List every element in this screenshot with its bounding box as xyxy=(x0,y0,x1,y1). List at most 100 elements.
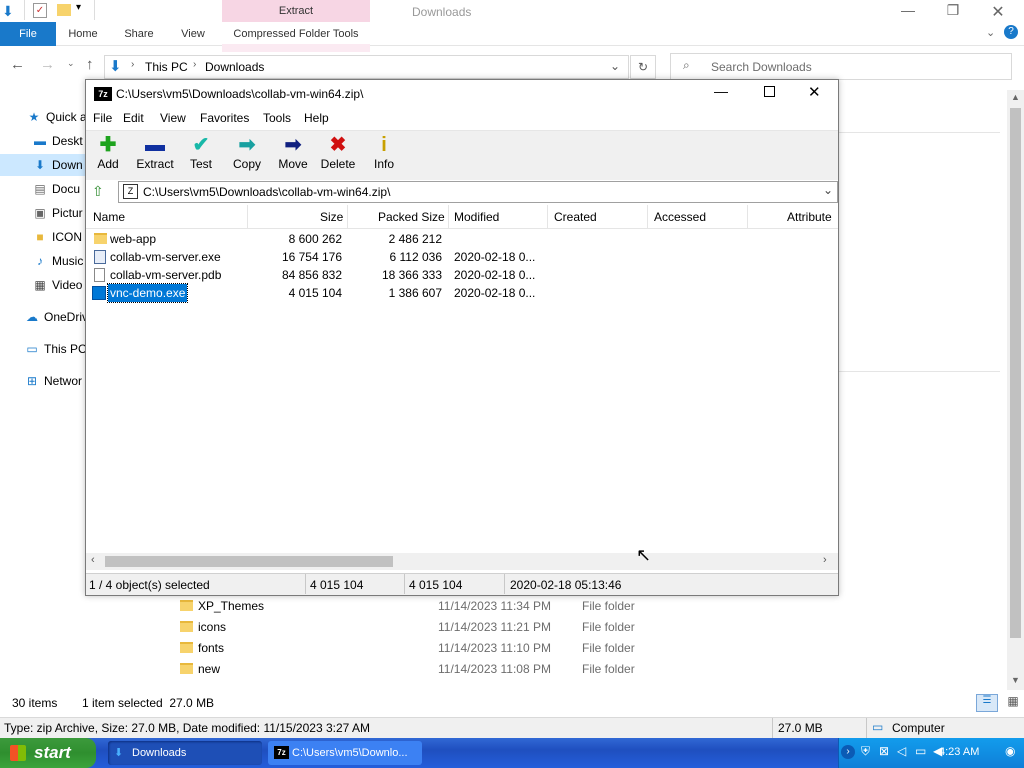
download-arrow-icon[interactable]: ⬇ xyxy=(2,3,14,20)
clock[interactable]: 4:23 AM xyxy=(939,746,979,758)
new-folder-icon[interactable] xyxy=(57,4,71,16)
table-row-selected[interactable]: vnc-demo.exe 4 015 104 1 386 607 2020-02… xyxy=(86,283,838,303)
taskbar-button-downloads[interactable]: ⬇ Downloads xyxy=(108,741,262,765)
chevron-down-icon[interactable]: ⌄ xyxy=(823,183,833,197)
copy-button[interactable]: ➡ Copy xyxy=(222,133,272,171)
add-button[interactable]: ✚ Add xyxy=(83,133,133,171)
scroll-up-icon[interactable]: ▲ xyxy=(1011,92,1020,102)
scroll-thumb[interactable] xyxy=(1010,108,1021,638)
address-bar[interactable]: ⬇ › This PC › Downloads ⌄ xyxy=(104,55,629,79)
move-button[interactable]: ➡ Move xyxy=(268,133,318,171)
column-attributes[interactable]: Attribute xyxy=(787,210,832,224)
breadcrumb-downloads[interactable]: Downloads xyxy=(205,60,264,74)
start-button[interactable]: start xyxy=(0,738,96,768)
properties-icon[interactable]: ✓ xyxy=(33,3,47,18)
help-icon[interactable]: ? xyxy=(1004,25,1018,39)
nav-downloads[interactable]: ⬇ Down xyxy=(0,154,86,176)
test-button[interactable]: ✔ Test xyxy=(176,133,226,171)
menu-favorites[interactable]: Favorites xyxy=(200,111,249,125)
chevron-down-icon[interactable]: ⌄ xyxy=(986,26,995,39)
scroll-down-icon[interactable]: ▼ xyxy=(1011,675,1020,685)
chevron-down-icon[interactable]: ⌄ xyxy=(610,59,620,73)
location: Computer xyxy=(892,721,945,735)
minimize-icon[interactable]: — xyxy=(714,83,728,99)
table-row[interactable]: collab-vm-server.exe 16 754 176 6 112 03… xyxy=(86,248,838,266)
column-accessed[interactable]: Accessed xyxy=(654,210,706,224)
tab-home[interactable]: Home xyxy=(62,22,104,46)
info-button[interactable]: i Info xyxy=(359,133,409,171)
network-icon: ⊞ xyxy=(26,374,38,388)
recent-locations-icon[interactable]: ⌄ xyxy=(67,58,75,69)
tab-file[interactable]: File xyxy=(0,22,56,46)
tab-compressed-folder-tools[interactable]: Compressed Folder Tools xyxy=(222,22,370,46)
folder-icon xyxy=(180,600,193,611)
column-packed-size[interactable]: Packed Size xyxy=(378,210,445,224)
menu-help[interactable]: Help xyxy=(304,111,329,125)
monitor-icon[interactable]: ▭ xyxy=(915,744,926,758)
chevron-down-icon[interactable]: ▾ xyxy=(76,2,81,13)
selected-date: 2020-02-18 05:13:46 xyxy=(510,578,622,592)
security-shield-icon[interactable]: ⛨ xyxy=(861,744,870,759)
divider xyxy=(547,205,548,229)
horizontal-scrollbar[interactable]: ‹ › xyxy=(86,553,838,570)
up-arrow-icon[interactable]: ↑ xyxy=(86,56,94,73)
taskbar-button-sevenzip[interactable]: 7z C:\Users\vm5\Downlo... xyxy=(268,741,422,765)
minimize-icon[interactable]: — xyxy=(898,2,918,18)
list-item[interactable]: icons 11/14/2023 11:21 PM File folder xyxy=(180,617,650,638)
folder-icon: ■ xyxy=(36,230,44,244)
column-modified[interactable]: Modified xyxy=(454,210,499,224)
download-folder-icon: ⬇ xyxy=(109,58,122,75)
breadcrumb-this-pc[interactable]: This PC xyxy=(145,60,188,74)
maximize-icon[interactable] xyxy=(764,86,775,97)
table-row[interactable]: collab-vm-server.pdb 84 856 832 18 366 3… xyxy=(86,266,838,284)
column-size[interactable]: Size xyxy=(320,210,343,224)
large-icons-view-icon[interactable]: ▦ xyxy=(1004,694,1022,712)
menu-tools[interactable]: Tools xyxy=(263,111,291,125)
search-icon: ⌕ xyxy=(683,58,690,72)
menu-edit[interactable]: Edit xyxy=(123,111,144,125)
folder-icon xyxy=(180,642,193,653)
document-icon: ▤ xyxy=(34,182,46,196)
notification-icon[interactable]: ◉ xyxy=(1005,744,1015,758)
divider xyxy=(305,574,306,594)
table-row[interactable]: web-app 8 600 262 2 486 212 xyxy=(86,230,838,248)
mouse-cursor-icon: ↖ xyxy=(636,545,652,565)
divider xyxy=(347,205,348,229)
sevenzip-logo-icon: 7z xyxy=(274,746,289,759)
list-item[interactable]: fonts 11/14/2023 11:10 PM File folder xyxy=(180,638,650,659)
delete-button[interactable]: ✖ Delete xyxy=(313,133,363,171)
explorer-vertical-scrollbar[interactable]: ▲ ▼ xyxy=(1007,90,1024,690)
path-field[interactable]: Z C:\Users\vm5\Downloads\collab-vm-win64… xyxy=(118,181,838,203)
column-name[interactable]: Name xyxy=(93,210,125,224)
volume-icon[interactable]: ◁ xyxy=(897,744,906,758)
restore-icon[interactable]: ❐ xyxy=(943,2,963,19)
scroll-right-icon[interactable]: › xyxy=(823,554,827,566)
menu-view[interactable]: View xyxy=(160,111,186,125)
folder-up-icon[interactable]: ⇧ xyxy=(92,183,104,200)
divider xyxy=(448,205,449,229)
scroll-left-icon[interactable]: ‹ xyxy=(91,554,95,566)
scroll-thumb[interactable] xyxy=(105,556,393,567)
extract-button[interactable]: ▬ Extract xyxy=(130,133,180,171)
computer-icon: ▭ xyxy=(872,720,884,734)
tab-view[interactable]: View xyxy=(172,22,214,46)
show-hidden-icons[interactable]: › xyxy=(841,745,855,759)
tab-share[interactable]: Share xyxy=(118,22,160,46)
list-item[interactable]: XP_Themes 11/14/2023 11:34 PM File folder xyxy=(180,596,650,617)
search-placeholder: Search Downloads xyxy=(711,60,812,74)
column-created[interactable]: Created xyxy=(554,210,597,224)
contextual-tab-extract[interactable]: Extract xyxy=(222,0,370,22)
refresh-icon[interactable]: ↻ xyxy=(630,55,656,79)
close-icon[interactable]: ✕ xyxy=(988,2,1008,22)
network-icon[interactable]: ⊠ xyxy=(879,744,889,758)
forward-arrow-icon[interactable]: → xyxy=(40,56,55,73)
search-input[interactable]: ⌕ Search Downloads xyxy=(670,53,1012,80)
sevenzip-status-bar: 1 / 4 object(s) selected 4 015 104 4 015… xyxy=(86,573,838,595)
list-item[interactable]: new 11/14/2023 11:08 PM File folder xyxy=(180,659,650,680)
menu-file[interactable]: File xyxy=(93,111,112,125)
back-arrow-icon[interactable]: ← xyxy=(10,56,25,73)
column-header: Name Size Packed Size Modified Created A… xyxy=(86,205,838,229)
details-view-icon[interactable]: ☰ xyxy=(976,694,998,712)
close-icon[interactable]: ✕ xyxy=(808,83,821,101)
copy-arrow-icon: ➡ xyxy=(238,134,256,156)
